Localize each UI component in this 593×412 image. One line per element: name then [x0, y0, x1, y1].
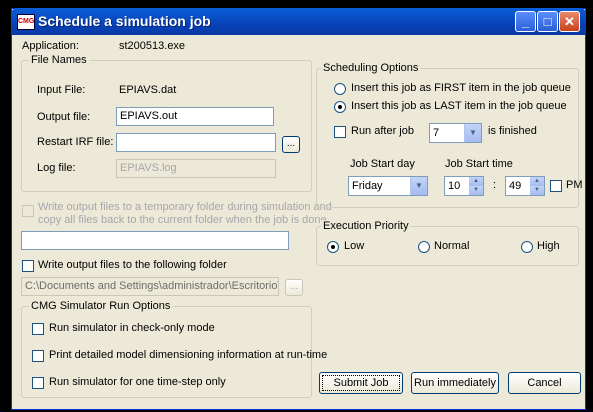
- scheduling-legend: Scheduling Options: [321, 62, 421, 74]
- restart-irf-input[interactable]: [116, 133, 276, 152]
- temp-folder-input[interactable]: [21, 231, 289, 250]
- last-in-queue-label: Insert this job as LAST item in the job …: [351, 100, 567, 112]
- temp-folder-label-1: Write output files to a temporary folder…: [38, 201, 332, 213]
- log-file-label: Log file:: [37, 162, 76, 174]
- minute-spinner[interactable]: 49 ▲ ▼: [505, 176, 545, 196]
- priority-legend: Execution Priority: [321, 220, 411, 232]
- one-timestep-checkbox[interactable]: [32, 377, 44, 389]
- run-options-legend: CMG Simulator Run Options: [29, 300, 173, 312]
- pm-label: PM: [566, 179, 583, 191]
- title-bar[interactable]: CMG Schedule a simulation job _ □ ✕: [11, 8, 586, 35]
- restart-irf-label: Restart IRF file:: [37, 136, 114, 148]
- following-folder-label: Write output files to the following fold…: [38, 259, 227, 271]
- last-in-queue-radio[interactable]: [334, 101, 346, 113]
- application-value: st200513.exe: [119, 40, 186, 52]
- spin-down-icon[interactable]: ▼: [530, 186, 544, 195]
- input-file-label: Input File:: [37, 84, 86, 96]
- spin-up-icon[interactable]: ▲: [530, 177, 544, 186]
- hour-value: 10: [448, 180, 461, 192]
- hour-spinner[interactable]: 10 ▲ ▼: [444, 176, 484, 196]
- temp-folder-label-2: copy all files back to the current folde…: [38, 214, 327, 226]
- restart-browse-button[interactable]: ...: [282, 136, 300, 153]
- priority-low-radio[interactable]: [327, 241, 339, 253]
- minimize-button[interactable]: _: [515, 11, 536, 32]
- start-day-select[interactable]: Friday ▼: [348, 176, 428, 196]
- check-only-checkbox[interactable]: [32, 323, 44, 335]
- pm-checkbox[interactable]: [550, 180, 562, 192]
- run-after-job-select[interactable]: 7 ▼: [429, 123, 482, 143]
- cancel-button[interactable]: Cancel: [508, 372, 581, 394]
- chevron-down-icon[interactable]: ▼: [464, 124, 481, 142]
- minute-value: 49: [509, 180, 522, 192]
- check-only-label: Run simulator in check-only mode: [49, 322, 215, 334]
- submit-job-button[interactable]: Submit Job: [319, 372, 403, 394]
- file-names-legend: File Names: [29, 54, 89, 66]
- one-timestep-label: Run simulator for one time-step only: [49, 376, 226, 388]
- run-immediately-button[interactable]: Run immediately: [411, 372, 499, 394]
- close-button[interactable]: ✕: [559, 11, 580, 32]
- chevron-down-icon[interactable]: ▼: [410, 177, 427, 195]
- start-day-value: Friday: [352, 180, 383, 192]
- cmg-app-icon: CMG: [17, 14, 35, 30]
- spin-down-icon[interactable]: ▼: [469, 186, 483, 195]
- priority-normal-radio[interactable]: [418, 241, 430, 253]
- start-day-label: Job Start day: [350, 158, 415, 170]
- time-colon: :: [493, 179, 497, 191]
- is-finished-label: is finished: [488, 125, 537, 137]
- dimensioning-label: Print detailed model dimensioning inform…: [49, 349, 328, 361]
- log-file-input[interactable]: EPIAVS.log: [116, 159, 276, 178]
- priority-high-radio[interactable]: [521, 241, 533, 253]
- output-file-input[interactable]: EPIAVS.out: [116, 107, 274, 126]
- temp-folder-checkbox[interactable]: [22, 205, 34, 217]
- dimensioning-checkbox[interactable]: [32, 350, 44, 362]
- priority-high-label: High: [537, 240, 560, 252]
- following-folder-input[interactable]: C:\Documents and Settings\administrador\…: [21, 277, 279, 296]
- start-time-label: Job Start time: [445, 158, 513, 170]
- run-after-checkbox[interactable]: [334, 126, 346, 138]
- window-title: Schedule a simulation job: [38, 13, 211, 29]
- input-file-value: EPIAVS.dat: [119, 84, 177, 96]
- first-in-queue-label: Insert this job as FIRST item in the job…: [351, 82, 571, 94]
- following-folder-checkbox[interactable]: [22, 260, 34, 272]
- spin-up-icon[interactable]: ▲: [469, 177, 483, 186]
- application-label: Application:: [22, 40, 79, 52]
- maximize-button[interactable]: □: [537, 11, 558, 32]
- run-after-job-value: 7: [433, 127, 440, 139]
- run-after-label: Run after job: [351, 125, 414, 137]
- following-folder-browse-button[interactable]: ...: [285, 279, 303, 296]
- output-file-label: Output file:: [37, 111, 91, 123]
- priority-normal-label: Normal: [434, 240, 470, 252]
- priority-low-label: Low: [344, 240, 365, 252]
- first-in-queue-radio[interactable]: [334, 83, 346, 95]
